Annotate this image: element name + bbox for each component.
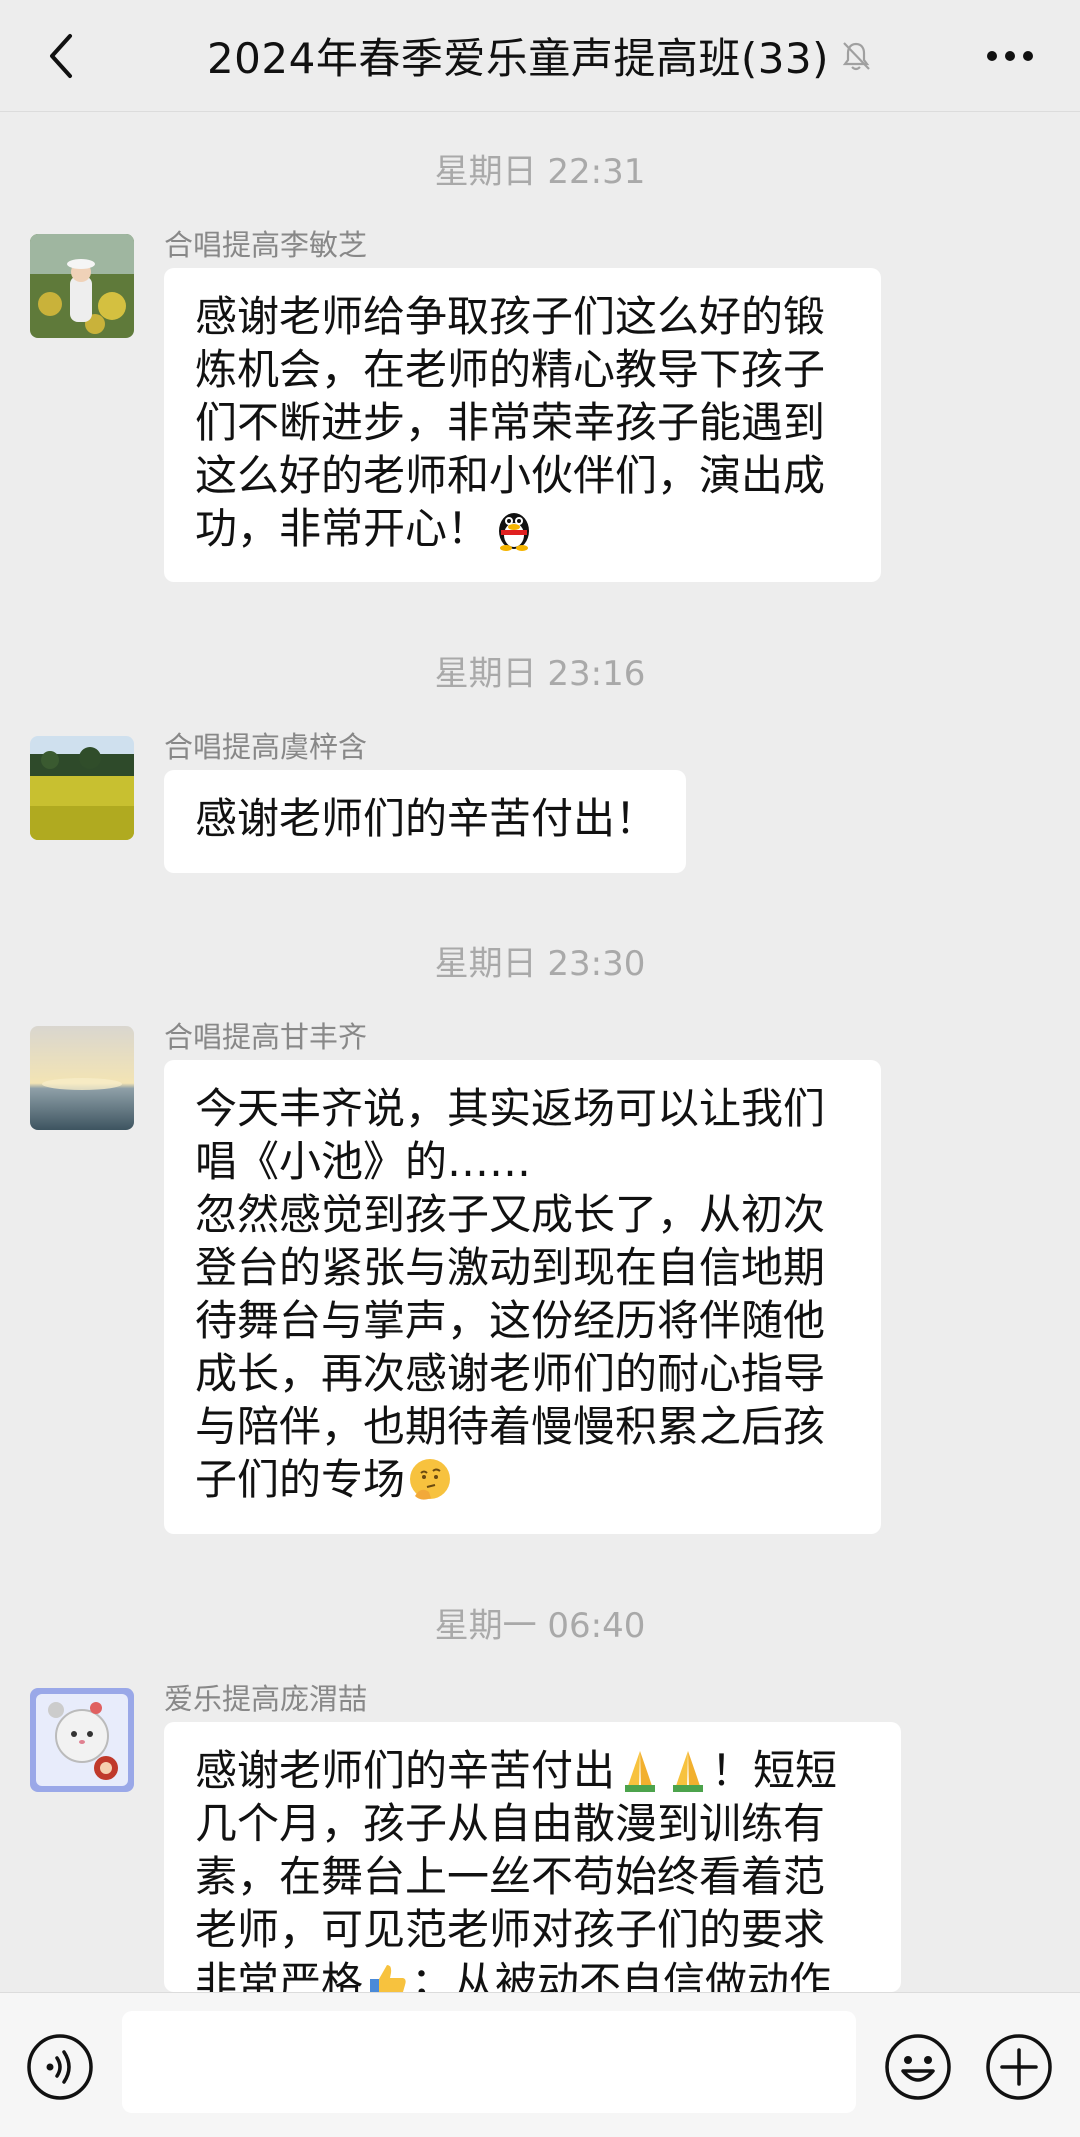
- message-line: 忽然感觉到孩子又成长了，从初次: [195, 1190, 826, 1239]
- message-line: 素，在舞台上一丝不苟始终看着范: [195, 1852, 826, 1901]
- sender-name: 合唱提高李敏芝: [164, 228, 368, 262]
- chat-title: 2024年春季爱乐童声提高班(33): [206, 34, 830, 83]
- avatar-image: [30, 736, 134, 840]
- message-bubble[interactable]: 今天丰齐说，其实返场可以让我们 唱《小池》的…… 忽然感觉到孩子又成长了，从初次…: [164, 1060, 881, 1534]
- avatar-image: [30, 1688, 134, 1792]
- message-input[interactable]: [122, 2011, 856, 2113]
- message-line: 这么好的老师和小伙伴们，演出成: [195, 451, 826, 500]
- thinking-emoji-icon: [410, 1459, 451, 1500]
- chat-header: 2024年春季爱乐童声提高班(33): [0, 0, 1080, 112]
- message-text: 非常严格: [195, 1958, 364, 1992]
- message-text: 功，非常开心！: [195, 504, 490, 553]
- message-line: 唱《小池》的……: [195, 1137, 532, 1186]
- message-line: 炼机会，在老师的精心教导下孩子: [195, 345, 826, 394]
- input-bar: [0, 1992, 1080, 2137]
- message-line: 待舞台与掌声，这份经历将伴随他: [195, 1296, 826, 1345]
- title-group[interactable]: 2024年春季爱乐童声提高班(33): [207, 25, 873, 86]
- more-button[interactable]: [980, 36, 1040, 76]
- message-line: 感谢老师给争取孩子们这么好的锻: [195, 292, 826, 341]
- avatar[interactable]: [30, 1688, 134, 1792]
- message-text: 感谢老师们的辛苦付出: [195, 1746, 616, 1795]
- avatar-image: [30, 1026, 134, 1130]
- message-text: ！短短: [711, 1746, 838, 1795]
- avatar[interactable]: [30, 1026, 134, 1130]
- message-line: 与陪伴，也期待着慢慢积累之后孩: [195, 1402, 826, 1451]
- smiley-icon: [885, 2034, 951, 2100]
- message-line: 登台的紧张与激动到现在自信地期: [195, 1243, 826, 1292]
- avatar[interactable]: [30, 736, 134, 840]
- timestamp: 星期日 22:31: [434, 152, 646, 192]
- sender-name: 合唱提高虞梓含: [164, 730, 368, 764]
- sender-name: 爱乐提高庞渭喆: [164, 1682, 368, 1716]
- mute-bell-icon: [839, 39, 873, 73]
- message-line: 今天丰齐说，其实返场可以让我们: [195, 1084, 826, 1133]
- message-line: 成长，再次感谢老师们的耐心指导: [195, 1349, 826, 1398]
- message-line: 功，非常开心！: [195, 502, 851, 555]
- message-line: 们不断进步，非常荣幸孩子能遇到: [195, 398, 826, 447]
- folded-hands-emoji-icon: [673, 1751, 704, 1792]
- message-line: 感谢老师们的辛苦付出 ！短短: [195, 1744, 871, 1797]
- message-line: 感谢老师们的辛苦付出！: [195, 794, 658, 843]
- avatar-image: [30, 234, 134, 338]
- avatar[interactable]: [30, 234, 134, 338]
- message-text: 子们的专场: [195, 1455, 406, 1504]
- message-bubble[interactable]: 感谢老师们的辛苦付出！: [164, 770, 686, 873]
- timestamp: 星期一 06:40: [434, 1606, 646, 1646]
- message-bubble[interactable]: 感谢老师们的辛苦付出 ！短短 几个月，孩子从自由散漫到训练有 素，在舞台上一丝不…: [164, 1722, 901, 1992]
- message-line: 几个月，孩子从自由散漫到训练有: [195, 1799, 826, 1848]
- more-functions-button[interactable]: [985, 2033, 1053, 2101]
- voice-icon: [27, 2034, 93, 2100]
- folded-hands-emoji-icon: [625, 1751, 656, 1792]
- sender-name: 合唱提高甘丰齐: [164, 1020, 368, 1054]
- penguin-emoji-icon: [499, 513, 530, 551]
- message-text: 从被动不自信做动作: [453, 1958, 832, 1992]
- chat-screen: 2024年春季爱乐童声提高班(33) 星期日 22:31 合唱提高李敏芝 感谢老…: [0, 0, 1080, 2137]
- timestamp: 星期日 23:30: [434, 944, 646, 984]
- timestamp: 星期日 23:16: [434, 654, 646, 694]
- back-button[interactable]: [36, 30, 86, 82]
- more-dots-icon: [987, 51, 1033, 61]
- message-text: ；: [411, 1958, 454, 1992]
- thumbs-up-emoji-icon: [370, 1965, 406, 1992]
- chevron-left-icon: [50, 34, 72, 78]
- plus-icon: [986, 2034, 1052, 2100]
- message-line: 非常严格 ；从被动不自信做动作: [195, 1956, 871, 1992]
- voice-button[interactable]: [26, 2033, 94, 2101]
- message-line: 老师，可见范老师对孩子们的要求: [195, 1905, 826, 1954]
- message-line: 子们的专场: [195, 1453, 851, 1506]
- message-bubble[interactable]: 感谢老师给争取孩子们这么好的锻 炼机会，在老师的精心教导下孩子 们不断进步，非常…: [164, 268, 881, 582]
- emoji-button[interactable]: [884, 2033, 952, 2101]
